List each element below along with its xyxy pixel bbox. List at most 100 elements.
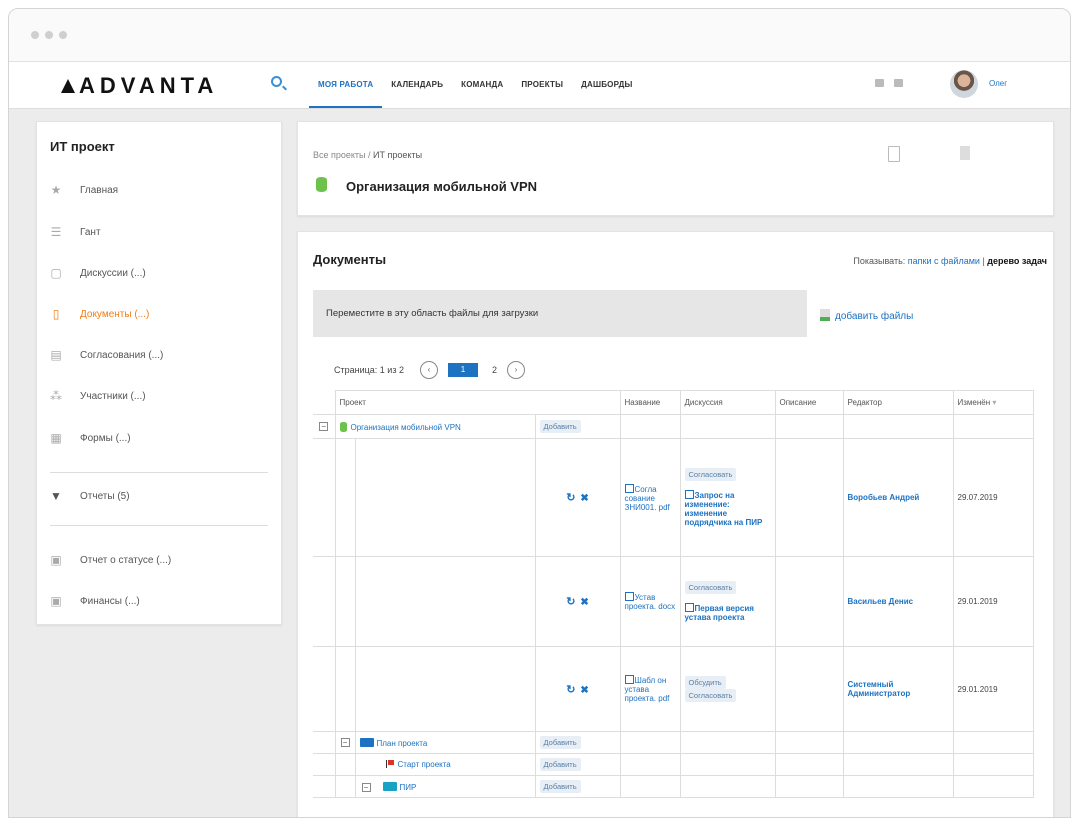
nav-dashboards[interactable]: ДАШБОРДЫ [572,62,641,108]
window-control-dot[interactable] [59,31,67,39]
empty-cell [774,414,844,439]
nav-projects[interactable]: ПРОЕКТЫ [512,62,572,108]
col-modified[interactable]: Изменён ▾ [952,390,1034,415]
discuss-button[interactable]: Обсудить [684,676,726,689]
indent-cell [334,438,356,557]
add-button[interactable]: Добавить [539,420,581,433]
document-icon[interactable] [888,146,900,162]
add-cell: Добавить [534,414,621,439]
col-editor[interactable]: Редактор [842,390,954,415]
refresh-icon[interactable]: ↻ [566,596,575,608]
project-cell: Организация мобильной VPN [334,414,536,439]
description-cell [774,556,844,647]
editor-cell: Системный Администратор [842,646,954,732]
discussion-cell: Согласовать Первая версия устава проекта [679,556,776,647]
bookmark-icon[interactable] [960,146,970,160]
sidebar-item-forms[interactable]: ▦ Формы (...) [50,428,131,448]
delete-icon[interactable]: ✖ [580,493,588,504]
editor-link[interactable]: Воробьев Андрей [848,493,920,502]
approve-button[interactable]: Согласовать [684,468,737,481]
sidebar-item-gantt[interactable]: ☰ Гант [50,222,101,242]
delete-icon[interactable]: ✖ [580,685,588,696]
editor-link[interactable]: Системный Администратор [848,680,911,698]
sidebar-item-finance[interactable]: ▣ Финансы (...) [50,591,139,611]
project-icon [316,177,327,192]
search-icon[interactable] [271,76,282,87]
folder-link[interactable]: План проекта [377,739,428,748]
empty-cell [842,731,954,754]
col-project[interactable]: Проект [334,390,621,415]
project-header: Все проекты / ИТ проекты Организация моб… [297,121,1054,216]
delete-icon[interactable]: ✖ [580,597,588,608]
next-page-icon[interactable]: › [506,361,525,379]
sidebar-item-reports[interactable]: ▼ Отчеты (5) [50,486,130,506]
collapse-icon[interactable]: − [361,782,371,792]
discussion-icon [684,603,694,612]
nav-icons [875,79,903,87]
mail-icon[interactable] [875,79,884,87]
breadcrumb-root[interactable]: Все проекты [313,150,366,160]
add-button[interactable]: Добавить [539,780,581,793]
add-files-button[interactable]: добавить файлы [820,309,913,322]
collapse-icon[interactable]: − [319,422,329,431]
report-icon: ▣ [50,553,62,567]
page-next[interactable]: 2 [492,365,497,375]
sidebar-item-approvals[interactable]: ▤ Согласования (...) [50,345,163,365]
star-icon: ★ [50,183,62,197]
table-header: Проект Название Дискуссия Описание Редак… [313,390,1034,415]
nav-team[interactable]: КОМАНДА [452,62,512,108]
view-folders-link[interactable]: папки с файлами [908,256,980,266]
sidebar-item-members[interactable]: ⁂ Участники (...) [50,386,146,406]
avatar[interactable] [950,70,978,98]
discussion-link[interactable]: Первая версия устава проекта [685,604,754,622]
sidebar-item-label: Формы (...) [80,432,131,444]
add-cell: Добавить [534,731,621,754]
col-name[interactable]: Название [619,390,681,415]
pagination-label: Страница: 1 из 2 [334,365,404,375]
sidebar-item-documents[interactable]: ▯ Документы (...) [50,304,150,324]
nav-my-work[interactable]: МОЯ РАБОТА [309,62,383,108]
collapse-icon[interactable]: − [340,738,350,747]
col-discussion[interactable]: Дискуссия [679,390,776,415]
sidebar-item-label: Отчеты (5) [80,490,130,502]
task-link[interactable]: Старт проекта [398,760,451,769]
prev-page-icon[interactable]: ‹ [419,361,438,379]
refresh-icon[interactable]: ↻ [566,492,575,504]
window-control-dot[interactable] [45,31,53,39]
tree-cell [334,775,356,798]
project-link[interactable]: Организация мобильной VPN [351,423,461,432]
discussion-link[interactable]: Запрос на изменение: изменение подрядчик… [685,491,763,527]
file-name-cell: Согла сование ЗНИ001. pdf [619,438,681,557]
add-button[interactable]: Добавить [539,758,581,771]
like-icon[interactable] [894,79,903,87]
page-current[interactable]: 1 [447,363,478,377]
advanta-logo[interactable]: ADVANTA [61,73,218,99]
sidebar-item-label: Документы (...) [80,308,150,320]
task-cell: Старт проекта [354,753,536,776]
approve-button[interactable]: Согласовать [684,689,737,702]
refresh-icon[interactable]: ↻ [566,684,575,696]
table-row: ↻ ✖ Устав проекта. docx Согласовать Первая… [313,556,1034,647]
folder-icon [382,781,397,791]
file-dropzone[interactable]: Переместите в эту область файлы для загр… [313,290,807,337]
empty-cell [774,731,844,754]
add-button[interactable]: Добавить [539,736,581,749]
logo-text: ADVANTA [79,73,219,98]
indent-cell [334,646,356,732]
sidebar-item-discussions[interactable]: ▢ Дискуссии (...) [50,263,145,283]
sidebar-item-status-report[interactable]: ▣ Отчет о статусе (...) [50,550,171,570]
view-task-tree-link[interactable]: дерево задач [987,256,1047,266]
nav-calendar[interactable]: КАЛЕНДАРЬ [382,62,452,108]
window-control-dot[interactable] [31,31,39,39]
editor-cell: Васильев Денис [842,556,954,647]
approve-button[interactable]: Согласовать [684,581,737,594]
table-row: − План проекта Добавить [313,731,1034,754]
gantt-icon: ☰ [50,225,62,239]
sidebar-item-home[interactable]: ★ Главная [50,180,118,200]
documents-table: Проект Название Дискуссия Описание Редак… [313,390,1034,798]
editor-link[interactable]: Васильев Денис [848,597,914,606]
col-description[interactable]: Описание [774,390,844,415]
folder-link[interactable]: ПИР [400,783,417,792]
breadcrumb-current[interactable]: ИТ проекты [373,150,422,160]
user-name[interactable]: Олег [989,79,1007,88]
